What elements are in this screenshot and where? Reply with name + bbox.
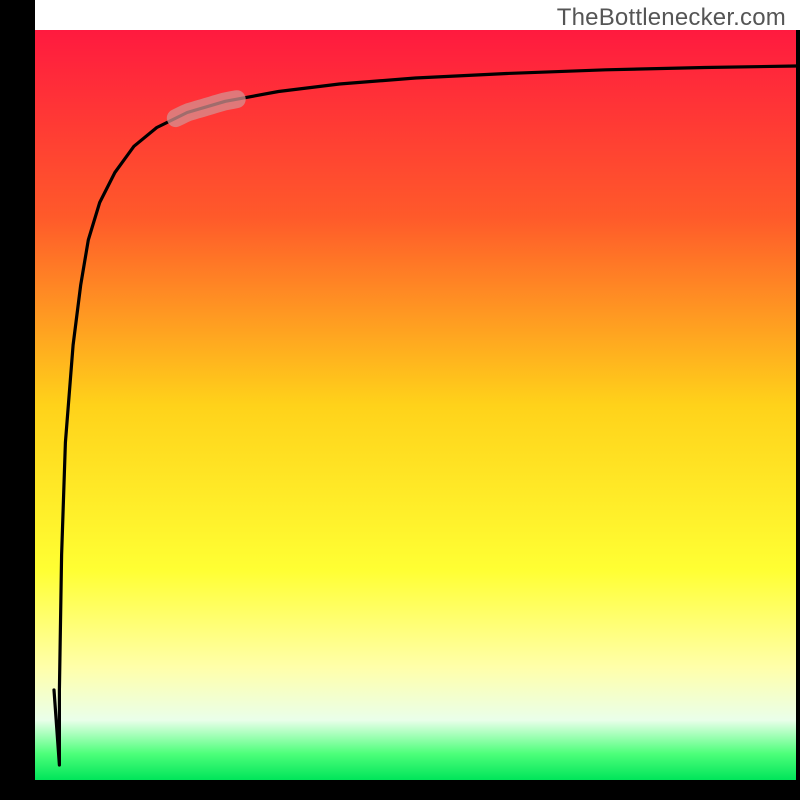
plot-background [35, 30, 796, 780]
bottleneck-chart [0, 0, 800, 800]
axis-bottom-bar [0, 780, 800, 800]
chart-frame: TheBottlenecker.com [0, 0, 800, 800]
axis-right-edge [796, 30, 800, 790]
axis-left-bar [0, 0, 35, 800]
watermark-label: TheBottlenecker.com [557, 4, 786, 32]
